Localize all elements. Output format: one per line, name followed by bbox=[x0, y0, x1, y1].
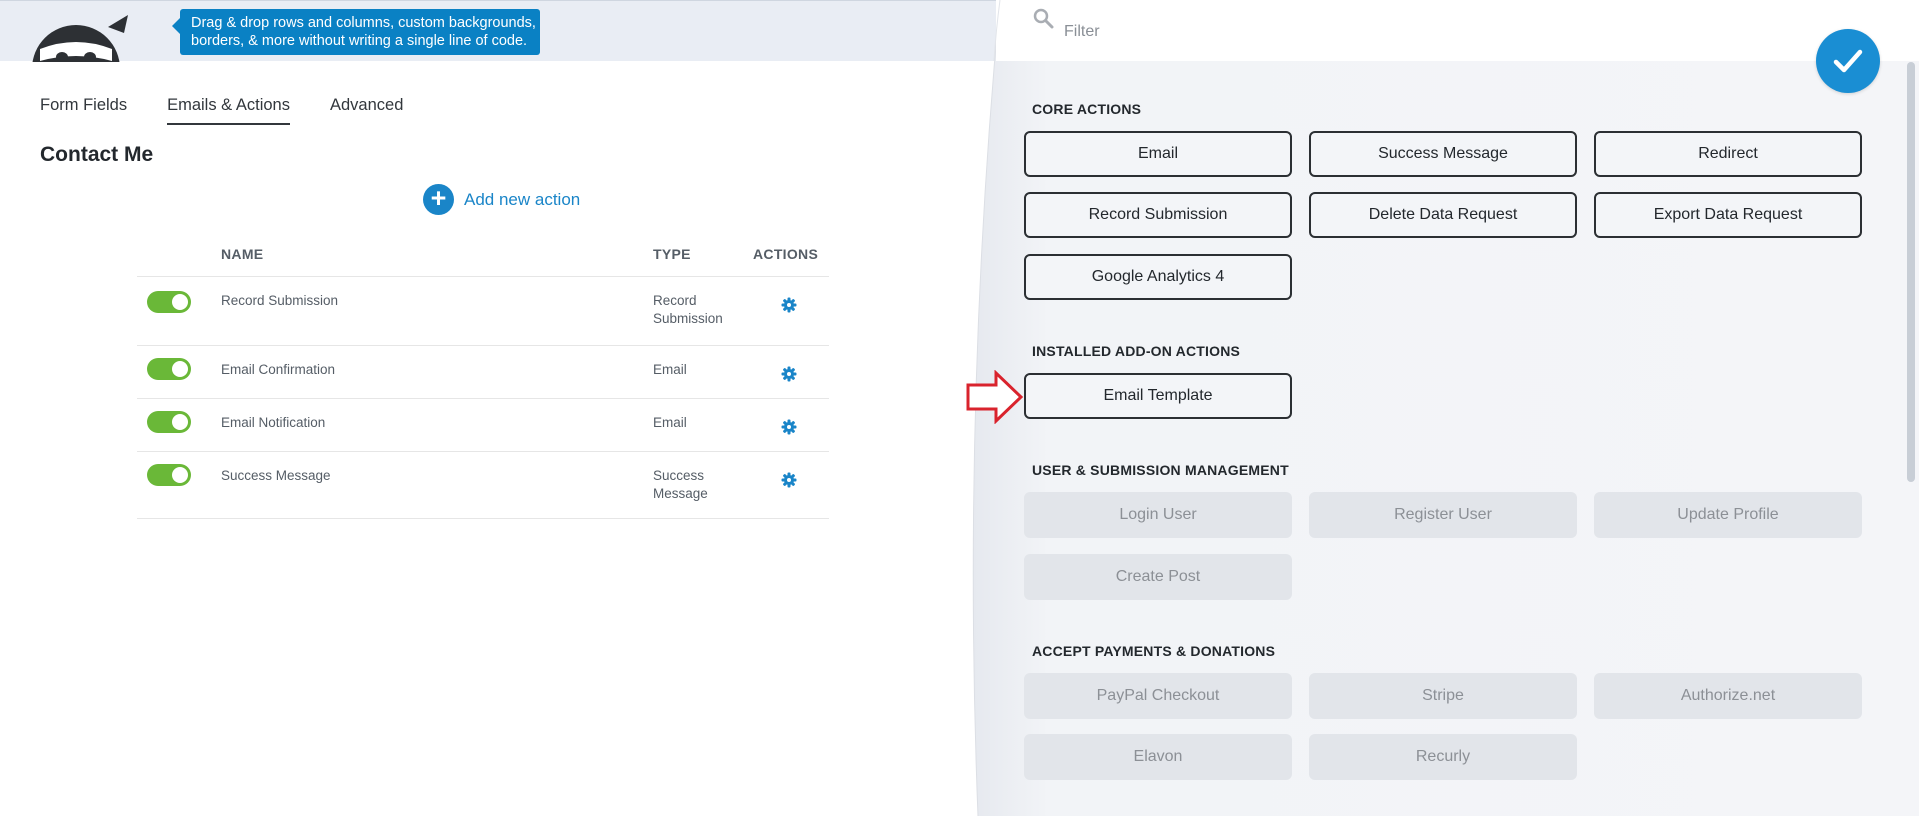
action-login-user-button[interactable]: Login User bbox=[1024, 492, 1292, 538]
action-recurly-button[interactable]: Recurly bbox=[1309, 734, 1577, 780]
action-stripe-button[interactable]: Stripe bbox=[1309, 673, 1577, 719]
section-installed-addon-actions: INSTALLED ADD-ON ACTIONS bbox=[1032, 343, 1241, 359]
action-record-submission-button[interactable]: Record Submission bbox=[1024, 192, 1292, 238]
section-payments-donations: ACCEPT PAYMENTS & DONATIONS bbox=[1032, 643, 1276, 659]
builder-page: Drag & drop rows and columns, custom bac… bbox=[0, 0, 1919, 816]
action-elavon-button[interactable]: Elavon bbox=[1024, 734, 1292, 780]
drawer-scrollbar[interactable] bbox=[1907, 62, 1915, 482]
action-email-template-button[interactable]: Email Template bbox=[1024, 373, 1292, 419]
action-email-button[interactable]: Email bbox=[1024, 131, 1292, 177]
checkmark-icon bbox=[1833, 49, 1863, 73]
action-authorize-net-button[interactable]: Authorize.net bbox=[1594, 673, 1862, 719]
action-google-analytics-button[interactable]: Google Analytics 4 bbox=[1024, 254, 1292, 300]
section-core-actions: CORE ACTIONS bbox=[1032, 101, 1142, 117]
action-delete-data-request-button[interactable]: Delete Data Request bbox=[1309, 192, 1577, 238]
filter-input[interactable] bbox=[1064, 20, 1344, 44]
action-paypal-checkout-button[interactable]: PayPal Checkout bbox=[1024, 673, 1292, 719]
section-user-submission-management: USER & SUBMISSION MANAGEMENT bbox=[1032, 462, 1289, 478]
action-create-post-button[interactable]: Create Post bbox=[1024, 554, 1292, 600]
done-button[interactable] bbox=[1816, 29, 1880, 93]
search-icon bbox=[1033, 8, 1054, 29]
action-export-data-request-button[interactable]: Export Data Request bbox=[1594, 192, 1862, 238]
action-redirect-button[interactable]: Redirect bbox=[1594, 131, 1862, 177]
action-success-message-button[interactable]: Success Message bbox=[1309, 131, 1577, 177]
action-update-profile-button[interactable]: Update Profile bbox=[1594, 492, 1862, 538]
highlight-arrow-icon bbox=[966, 370, 1024, 424]
action-register-user-button[interactable]: Register User bbox=[1309, 492, 1577, 538]
